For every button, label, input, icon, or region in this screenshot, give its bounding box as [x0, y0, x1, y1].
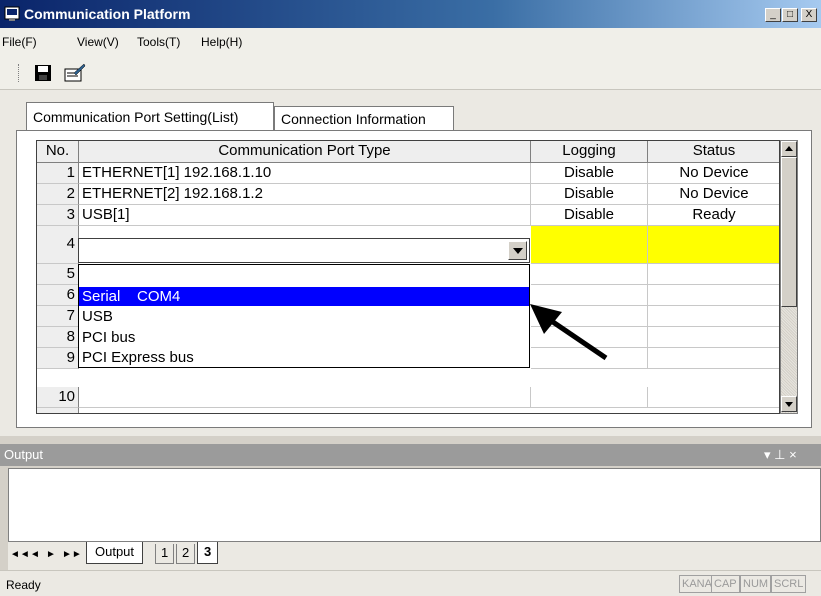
tab-connection-information[interactable]: Connection Information [274, 106, 454, 130]
menu-help[interactable]: Help(H) [201, 34, 242, 50]
row-number[interactable]: 1 [37, 163, 79, 184]
logging-cell[interactable] [531, 264, 648, 285]
row-number-partial[interactable] [37, 408, 79, 413]
output-text-area[interactable] [8, 468, 821, 542]
close-button[interactable]: X [801, 8, 817, 22]
row-number[interactable]: 6 [37, 285, 79, 306]
menu-tools[interactable]: Tools(T) [137, 34, 180, 50]
dropdown-option-usb[interactable]: USB [79, 307, 529, 326]
dropdown-option-pci-express-bus[interactable]: PCI Express bus [79, 348, 529, 367]
dropdown-option-empty[interactable] [79, 265, 529, 284]
scroll-up-button[interactable] [781, 141, 797, 157]
dropdown-option-serial-com4[interactable]: Serial COM4 [79, 287, 529, 306]
status-cell[interactable] [648, 285, 779, 306]
edit-icon[interactable] [64, 63, 86, 83]
status-cell[interactable]: No Device [648, 184, 779, 205]
menu-file[interactable]: File(F) [2, 34, 37, 50]
caps-indicator: CAP [711, 575, 740, 593]
kana-indicator: KANA [679, 575, 715, 593]
column-header-no[interactable]: No. [37, 141, 79, 163]
port-type-cell[interactable] [79, 387, 531, 408]
status-cell[interactable]: No Device [648, 163, 779, 184]
row-number[interactable]: 7 [37, 306, 79, 327]
scroll-lock-indicator: SCRL [771, 575, 807, 593]
scrollbar-thumb[interactable] [781, 157, 797, 307]
pointer-arrow-icon [530, 304, 608, 361]
window-title: Communication Platform [24, 6, 191, 22]
row-number[interactable]: 8 [37, 327, 79, 348]
row-number[interactable]: 5 [37, 264, 79, 285]
minimize-button[interactable]: _ [765, 8, 781, 22]
row-number[interactable]: 3 [37, 205, 79, 226]
row-number[interactable]: 4 [37, 226, 79, 264]
chevron-up-icon [785, 146, 793, 151]
port-type-cell[interactable]: ETHERNET[2] 192.168.1.2 [79, 184, 531, 205]
panel-pin-close-icons[interactable]: ▾ ⊥ × [764, 447, 797, 463]
chevron-down-icon [513, 248, 523, 254]
output-panel-header[interactable]: Output ▾ ⊥ × [0, 444, 821, 466]
column-header-logging[interactable]: Logging [531, 141, 648, 163]
column-header-port-type[interactable]: Communication Port Type [79, 141, 531, 163]
output-tab-strip: ◄◄ ◄ ► ►► Output 1 2 3 [8, 542, 821, 570]
chevron-down-icon [785, 402, 793, 407]
tab-nav-last-icon[interactable]: ►► [62, 548, 82, 562]
logging-cell-new[interactable] [531, 226, 648, 264]
status-cell[interactable] [648, 348, 779, 369]
title-bar[interactable]: Communication Platform _ □ X [0, 0, 821, 28]
status-text: Ready [6, 578, 41, 592]
maximize-button[interactable]: □ [782, 8, 798, 22]
column-header-status[interactable]: Status [648, 141, 779, 163]
combobox-dropdown-button[interactable] [508, 241, 527, 260]
row-number[interactable]: 9 [37, 348, 79, 369]
output-tab-2[interactable]: 2 [176, 544, 196, 564]
output-tab-3[interactable]: 3 [197, 542, 219, 564]
status-cell[interactable] [648, 264, 779, 285]
status-cell[interactable] [648, 306, 779, 327]
app-icon [4, 6, 20, 21]
toolbar [0, 56, 821, 90]
output-panel-title: Output [4, 447, 44, 462]
status-cell-new[interactable] [648, 226, 779, 264]
port-type-cell[interactable]: ETHERNET[1] 192.168.1.10 [79, 163, 531, 184]
dropdown-option-pci-bus[interactable]: PCI bus [79, 328, 529, 347]
tab-communication-port-setting[interactable]: Communication Port Setting(List) [26, 102, 274, 130]
app-window: Communication Platform _ □ X File(F) Vie… [0, 0, 821, 596]
port-type-cell[interactable]: USB[1] [79, 205, 531, 226]
output-tab-output[interactable]: Output [86, 542, 144, 564]
menu-bar: File(F) View(V) Tools(T) Help(H) [0, 28, 821, 56]
tab-nav-first-icon[interactable]: ◄◄ [10, 548, 30, 562]
logging-cell[interactable]: Disable [531, 163, 648, 184]
save-icon[interactable] [34, 64, 52, 82]
scroll-down-button[interactable] [781, 396, 797, 412]
status-cell[interactable] [648, 327, 779, 348]
logging-cell[interactable] [531, 387, 648, 408]
output-tab-1[interactable]: 1 [155, 544, 175, 564]
port-type-dropdown-list: Serial COM4 USB PCI bus PCI Express bus [78, 264, 530, 368]
status-cell[interactable]: Ready [648, 205, 779, 226]
tab-nav-prev-icon[interactable]: ◄ [30, 548, 40, 562]
row-number[interactable]: 10 [37, 387, 79, 408]
toolbar-grip[interactable] [18, 64, 20, 82]
tab-nav-next-icon[interactable]: ► [46, 548, 56, 562]
logging-cell[interactable]: Disable [531, 205, 648, 226]
status-cell[interactable] [648, 387, 779, 408]
logging-cell[interactable]: Disable [531, 184, 648, 205]
menu-view[interactable]: View(V) [77, 34, 119, 50]
num-indicator: NUM [740, 575, 772, 593]
row-number[interactable]: 2 [37, 184, 79, 205]
port-type-combobox[interactable] [78, 238, 530, 263]
